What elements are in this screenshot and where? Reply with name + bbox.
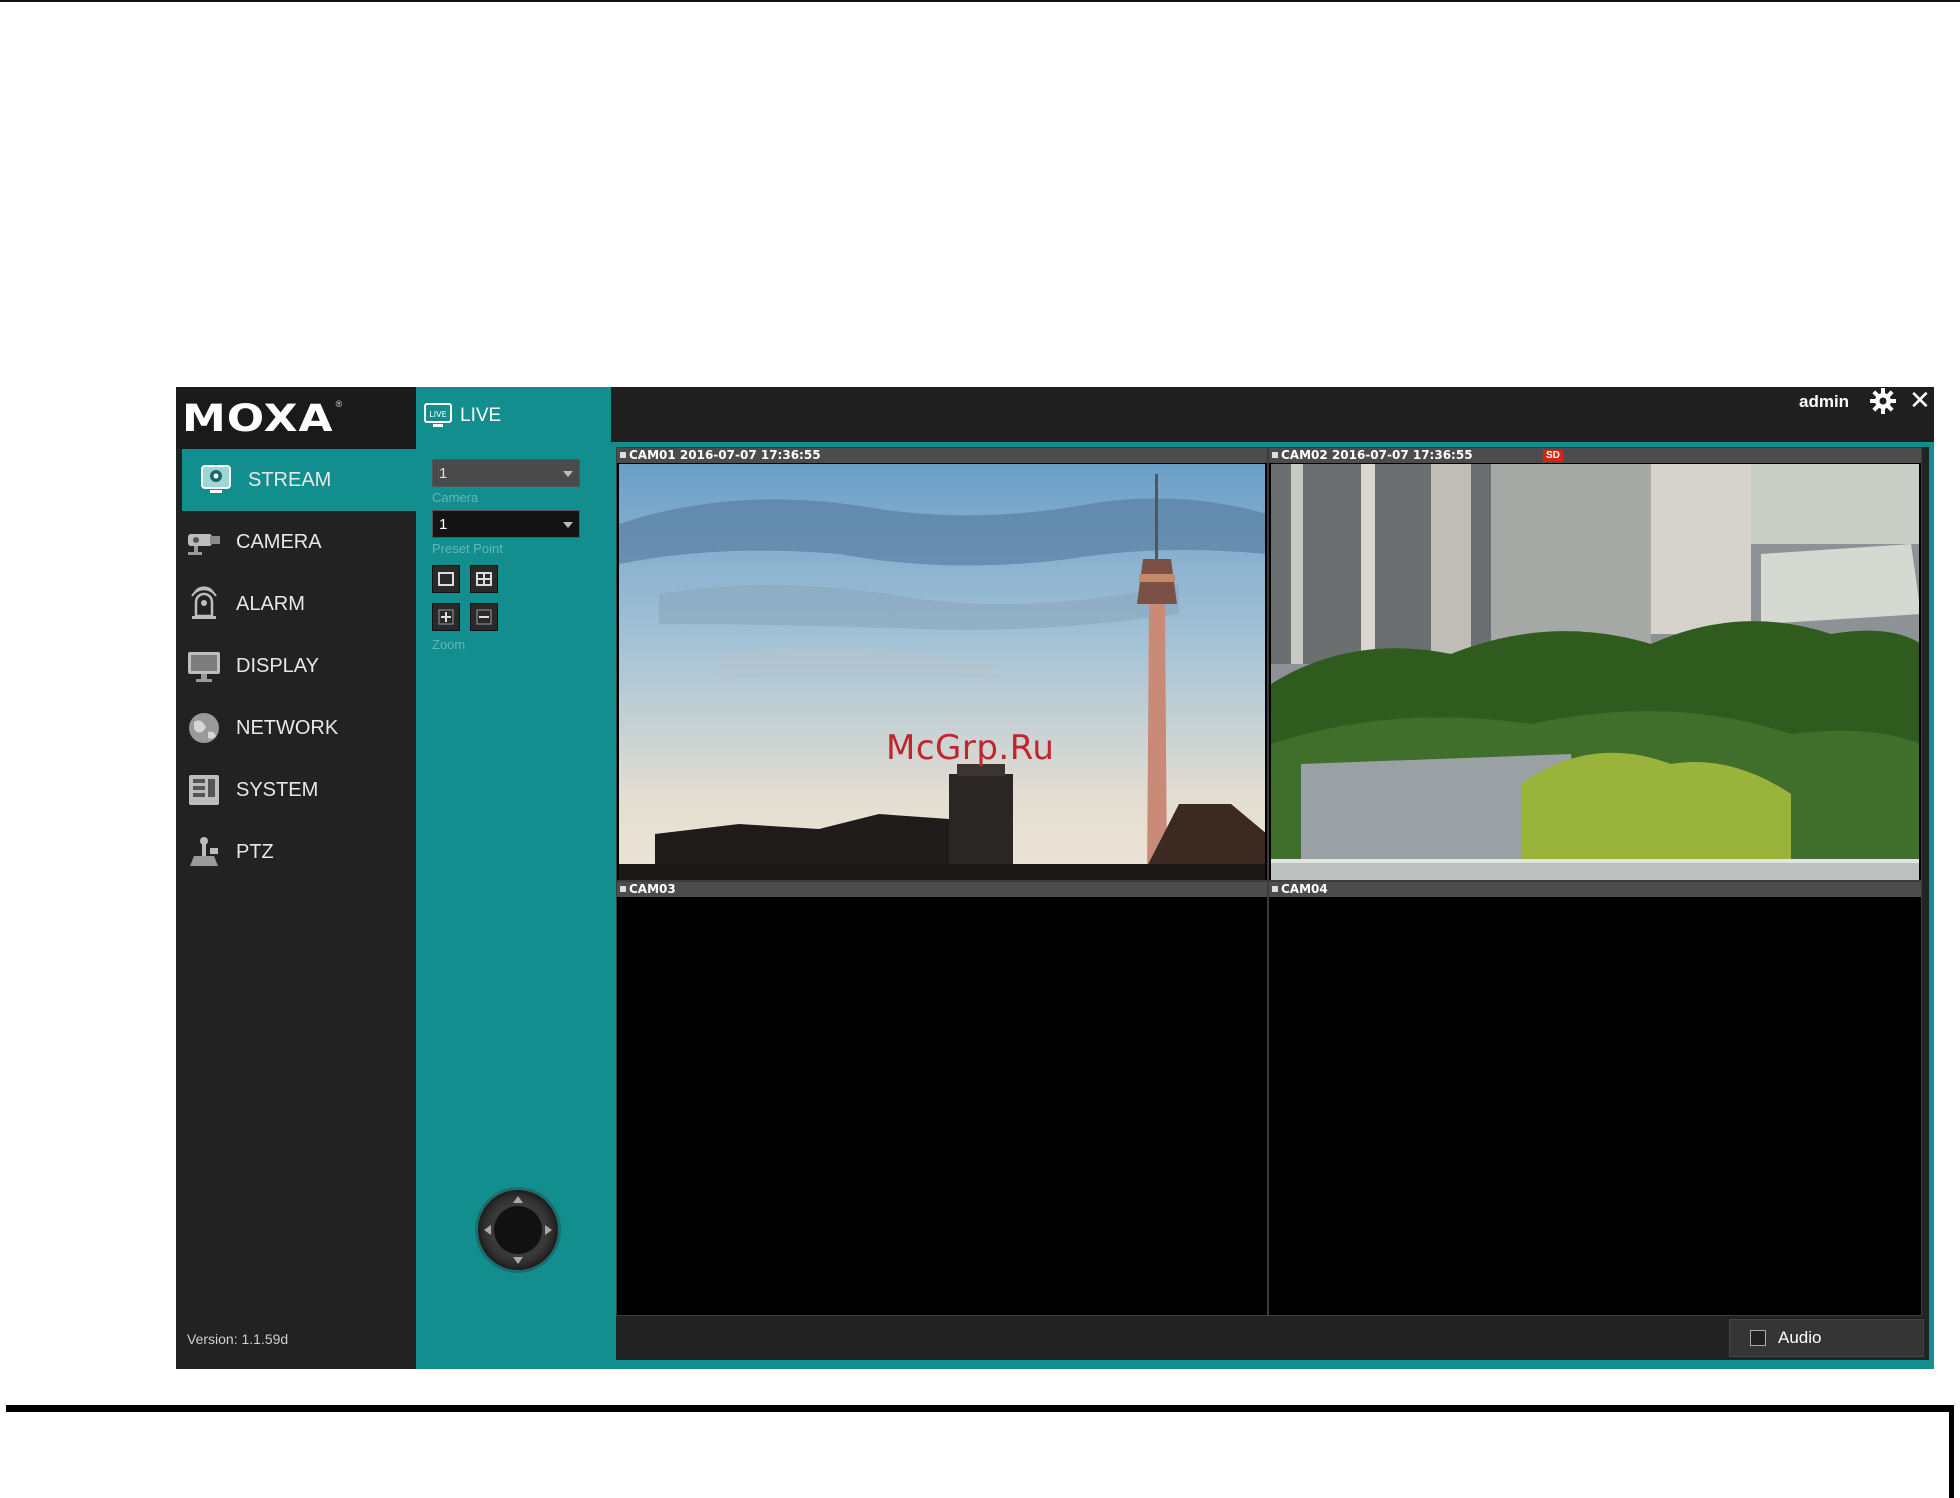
live-control-panel: LIVE LIVE 1 Camera 1 Preset Point Zoom — [416, 387, 611, 1369]
preset-point-select[interactable]: 1 — [432, 510, 580, 538]
sidebar-item-label: STREAM — [248, 468, 332, 491]
logo-text: MOXA — [182, 396, 334, 440]
camera-tile-cam02[interactable]: CAM02 2016-07-07 17:36:55 SD — [1268, 447, 1922, 881]
sidebar-item-display[interactable]: DISPLAY — [182, 635, 416, 697]
camera-feed-cam02 — [1271, 464, 1919, 880]
stream-icon — [196, 460, 236, 500]
quad-view-button[interactable] — [470, 565, 498, 593]
sidebar-item-stream[interactable]: STREAM — [182, 449, 416, 511]
svg-text:LIVE: LIVE — [429, 410, 446, 419]
network-icon — [184, 708, 224, 748]
zoom-in-button[interactable] — [432, 603, 460, 631]
logo-registered-mark: ® — [335, 399, 343, 409]
zoom-out-button[interactable] — [470, 603, 498, 631]
sidebar-item-system[interactable]: SYSTEM — [182, 759, 416, 821]
sidebar-item-alarm[interactable]: ALARM — [182, 573, 416, 635]
ptz-icon — [184, 832, 224, 872]
top-rule — [0, 0, 1960, 2]
user-name[interactable]: admin — [1799, 392, 1849, 412]
sidebar-item-network[interactable]: NETWORK — [182, 697, 416, 759]
audio-checkbox[interactable] — [1750, 1330, 1766, 1346]
sidebar-item-ptz[interactable]: PTZ — [182, 821, 416, 883]
minus-icon — [476, 609, 492, 625]
moxa-app-window: MOXA ® STREAM CAMERA ALARM DISPLAY NETWO… — [176, 387, 1934, 1369]
zoom-label: Zoom — [432, 637, 466, 652]
sd-recording-badge: SD — [1543, 450, 1563, 462]
single-view-button[interactable] — [432, 565, 460, 593]
camera-select[interactable]: 1 — [432, 459, 580, 487]
camera-tile-title: CAM02 2016-07-07 17:36:55 — [1269, 448, 1921, 463]
plus-icon — [438, 609, 454, 625]
camera-select-value: 1 — [439, 464, 448, 482]
gear-icon[interactable] — [1869, 387, 1897, 415]
sidebar-item-label: ALARM — [236, 592, 305, 615]
camera-tile-title: CAM01 2016-07-07 17:36:55 — [617, 448, 1267, 463]
camera-tile-cam04[interactable]: CAM04 — [1268, 881, 1922, 1316]
video-area: CAM01 2016-07-07 17:36:55 CAM02 2016-07-… — [611, 442, 1934, 1369]
sidebar-nav: MOXA ® STREAM CAMERA ALARM DISPLAY NETWO… — [176, 387, 416, 1369]
close-icon[interactable]: ✕ — [1909, 387, 1931, 413]
camera-feed-cam04 — [1271, 898, 1919, 1315]
live-header: LIVE LIVE — [424, 403, 501, 429]
live-title: LIVE — [460, 405, 502, 426]
camera-tile-cam01[interactable]: CAM01 2016-07-07 17:36:55 — [616, 447, 1268, 881]
chevron-down-icon — [563, 471, 573, 477]
moxa-logo: MOXA ® — [176, 387, 416, 449]
camera-tile-cam03[interactable]: CAM03 — [616, 881, 1268, 1316]
sidebar-item-label: DISPLAY — [236, 654, 319, 677]
live-icon: LIVE — [424, 403, 452, 429]
system-icon — [184, 770, 224, 810]
audio-label: Audio — [1778, 1328, 1822, 1347]
camera-label: Camera — [432, 490, 479, 505]
video-bottom-bar: Audio — [616, 1316, 1929, 1360]
chevron-down-icon — [563, 522, 573, 528]
single-view-icon — [438, 572, 454, 586]
version-label: Version: 1.1.59d — [187, 1331, 289, 1347]
sidebar-item-label: PTZ — [236, 840, 274, 863]
quad-view-icon — [476, 572, 492, 586]
alarm-icon — [184, 584, 224, 624]
sidebar-item-label: CAMERA — [236, 530, 322, 553]
ptz-joystick[interactable] — [475, 1187, 561, 1273]
display-icon — [184, 646, 224, 686]
top-bar: admin ✕ — [611, 387, 1934, 442]
camera-icon — [184, 522, 224, 562]
audio-toggle[interactable]: Audio — [1729, 1319, 1924, 1357]
video-grid: CAM01 2016-07-07 17:36:55 CAM02 2016-07-… — [616, 447, 1929, 1360]
watermark-text: McGrp.Ru — [886, 728, 1055, 768]
sidebar-item-camera[interactable]: CAMERA — [182, 511, 416, 573]
preset-point-label: Preset Point — [432, 541, 503, 556]
joystick-arrows-icon — [484, 1196, 552, 1264]
sidebar-item-label: SYSTEM — [236, 778, 319, 801]
preset-select-value: 1 — [439, 515, 448, 533]
camera-feed-cam03 — [619, 898, 1265, 1315]
camera-feed-cam01 — [619, 464, 1265, 880]
camera-tile-title: CAM04 — [1269, 882, 1921, 897]
page-bottom-frame — [6, 1405, 1954, 1498]
camera-tile-title: CAM03 — [617, 882, 1267, 897]
sidebar-item-label: NETWORK — [236, 716, 339, 739]
